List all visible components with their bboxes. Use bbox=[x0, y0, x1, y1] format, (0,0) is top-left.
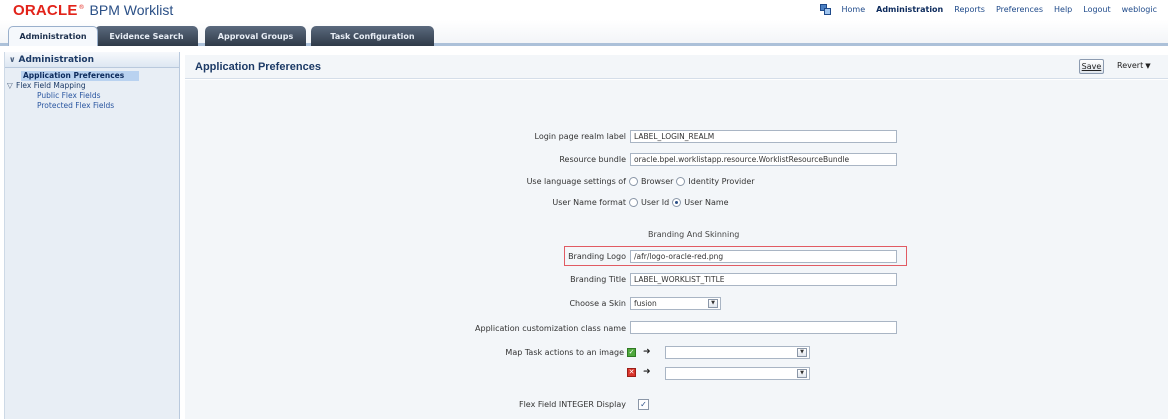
approve-image-select[interactable]: ▼ bbox=[665, 346, 810, 359]
expand-triangle-icon[interactable]: ▽ bbox=[7, 81, 16, 91]
branding-logo-label: Branding Logo bbox=[568, 252, 626, 261]
sidebar-header[interactable]: ∨ Administration bbox=[5, 52, 179, 68]
flex-integer-display-label: Flex Field INTEGER Display bbox=[518, 400, 626, 409]
nav-home-link[interactable]: Home bbox=[842, 5, 866, 14]
username-format-username-label: User Name bbox=[684, 198, 729, 207]
branding-section-heading: Branding And Skinning bbox=[648, 230, 740, 239]
skin-select-value: fusion bbox=[634, 299, 657, 308]
revert-label: Revert bbox=[1117, 61, 1144, 70]
map-task-actions-label: Map Task actions to an image bbox=[505, 348, 624, 357]
language-settings-label: Use language settings of bbox=[526, 177, 626, 186]
sidebar-item-application-preferences[interactable]: Application Preferences bbox=[21, 71, 139, 81]
resource-bundle-label: Resource bundle bbox=[559, 155, 626, 164]
reject-image-select[interactable]: ▼ bbox=[665, 367, 810, 380]
customization-class-label: Application customization class name bbox=[475, 324, 626, 333]
branding-title-label: Branding Title bbox=[570, 275, 626, 284]
nav-logout-link[interactable]: Logout bbox=[1083, 5, 1110, 14]
language-settings-radio-group: Browser Identity Provider bbox=[629, 177, 758, 186]
language-browser-label: Browser bbox=[641, 177, 674, 186]
page-title: Application Preferences bbox=[195, 61, 321, 73]
content-header: Application Preferences Save Revert ▼ bbox=[185, 55, 1168, 79]
sidebar-item-flex-field-mapping[interactable]: ▽ Flex Field Mapping bbox=[7, 81, 179, 91]
chevron-down-icon[interactable]: ▼ bbox=[797, 369, 807, 378]
sidebar-item-protected-flex-fields[interactable]: Protected Flex Fields bbox=[37, 101, 179, 111]
language-browser-radio[interactable] bbox=[629, 177, 638, 186]
chevron-down-icon[interactable]: ▼ bbox=[797, 348, 807, 357]
admin-sidebar: ∨ Administration Application Preferences… bbox=[4, 52, 180, 419]
customization-class-input[interactable] bbox=[630, 321, 897, 334]
sidebar-item-label: Flex Field Mapping bbox=[16, 81, 86, 90]
language-identity-provider-label: Identity Provider bbox=[688, 177, 755, 186]
nav-reports-link[interactable]: Reports bbox=[954, 5, 985, 14]
tab-administration[interactable]: Administration bbox=[8, 26, 98, 46]
map-arrow-icon: ➜ bbox=[643, 347, 651, 357]
username-format-userid-radio[interactable] bbox=[629, 198, 638, 207]
oracle-logo: ORACLE ® BPM Worklist bbox=[13, 2, 173, 19]
nav-help-link[interactable]: Help bbox=[1054, 5, 1072, 14]
login-realm-input[interactable]: LABEL_LOGIN_REALM bbox=[630, 130, 897, 143]
skin-select[interactable]: fusion ▼ bbox=[630, 297, 721, 310]
chevron-down-icon[interactable]: ▼ bbox=[708, 299, 718, 308]
app-header: ORACLE ® BPM Worklist Home Administratio… bbox=[0, 0, 1168, 20]
language-identity-provider-radio[interactable] bbox=[676, 177, 686, 186]
dropdown-arrow-icon: ▼ bbox=[1145, 62, 1151, 70]
revert-menu-button[interactable]: Revert ▼ bbox=[1117, 61, 1151, 70]
tab-task-configuration[interactable]: Task Configuration bbox=[311, 26, 434, 46]
collapse-chevron-icon[interactable]: ∨ bbox=[9, 55, 16, 64]
sidebar-title: Administration bbox=[18, 54, 95, 65]
skin-label: Choose a Skin bbox=[569, 299, 626, 308]
username-format-userid-label: User Id bbox=[641, 198, 670, 207]
logo-brand: ORACLE bbox=[13, 2, 78, 19]
current-user: weblogic bbox=[1121, 5, 1157, 14]
sidebar-item-public-flex-fields[interactable]: Public Flex Fields bbox=[37, 91, 179, 101]
preferences-form: Login page realm label LABEL_LOGIN_REALM… bbox=[185, 80, 1168, 419]
branding-title-input[interactable]: LABEL_WORKLIST_TITLE bbox=[630, 273, 897, 286]
reject-x-icon: ✕ bbox=[627, 368, 636, 377]
resource-bundle-input[interactable]: oracle.bpel.worklistapp.resource.Worklis… bbox=[630, 153, 897, 166]
logo-registered-mark: ® bbox=[78, 4, 85, 11]
save-button[interactable]: Save bbox=[1079, 59, 1104, 74]
branding-logo-input[interactable]: /afr/logo-oracle-red.png bbox=[630, 250, 897, 263]
logo-product-name: BPM Worklist bbox=[89, 2, 174, 18]
approve-check-icon: ✓ bbox=[627, 348, 636, 357]
username-format-label: User Name format bbox=[552, 198, 626, 207]
tab-approval-groups[interactable]: Approval Groups bbox=[205, 26, 306, 46]
nav-preferences-link[interactable]: Preferences bbox=[996, 5, 1043, 14]
global-nav: Home Administration Reports Preferences … bbox=[819, 4, 1168, 15]
flex-integer-display-checkbox[interactable]: ✓ bbox=[638, 399, 649, 410]
login-realm-label: Login page realm label bbox=[534, 132, 627, 141]
username-format-username-radio[interactable] bbox=[672, 198, 682, 207]
worklist-app-icon[interactable] bbox=[819, 4, 831, 15]
username-format-radio-group: User Id User Name bbox=[629, 198, 732, 207]
tab-bar: Task Configuration Approval Groups Evide… bbox=[0, 20, 1168, 46]
map-arrow-icon: ➜ bbox=[643, 367, 651, 377]
nav-administration-link[interactable]: Administration bbox=[876, 5, 943, 14]
tab-evidence-search[interactable]: Evidence Search bbox=[95, 26, 198, 46]
